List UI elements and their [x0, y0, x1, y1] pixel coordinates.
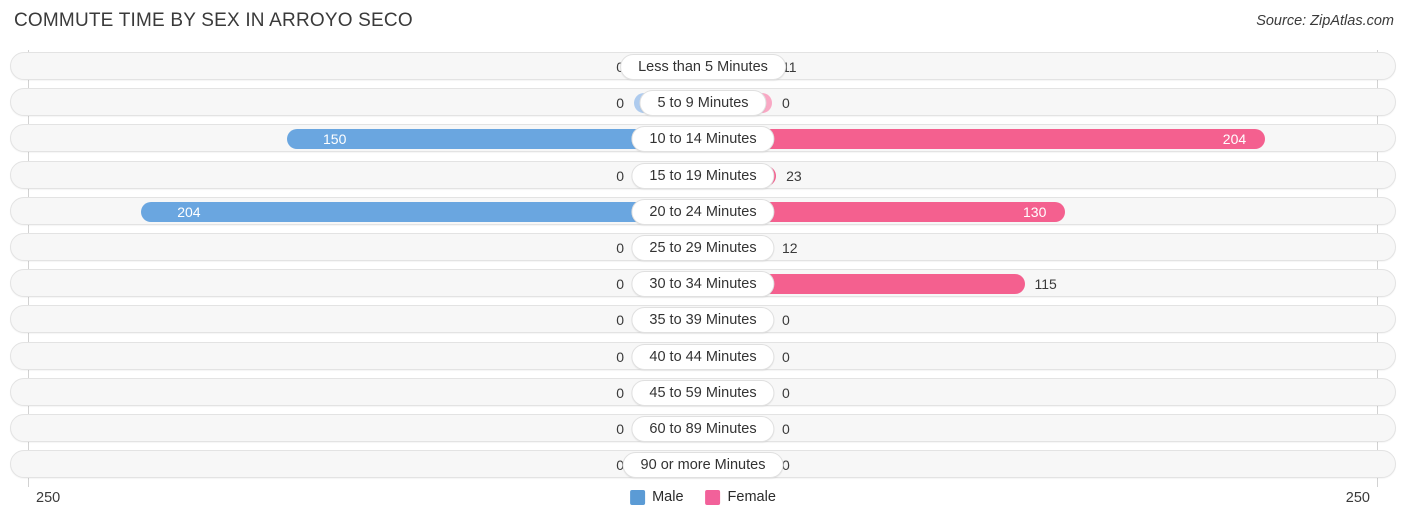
source-attribution: Source: ZipAtlas.com — [1256, 13, 1394, 29]
legend-swatch-icon — [705, 489, 721, 505]
category-label-pill: 25 to 29 Minutes — [631, 235, 775, 261]
bar-value-male: 0 — [616, 95, 624, 112]
bar-row: 150 204 10 to 14 Minutes — [10, 124, 1396, 153]
bar-value-female: 0 — [782, 421, 790, 437]
bar-female[interactable] — [714, 129, 1265, 150]
legend-label: Female — [727, 489, 776, 505]
bar-value-male: 0 — [616, 276, 624, 293]
category-label-pill: 45 to 59 Minutes — [631, 379, 775, 406]
bar-value-female: 0 — [782, 312, 790, 329]
bar-value-female: 115 — [1034, 276, 1057, 293]
category-label-pill: 5 to 9 Minutes — [639, 90, 767, 117]
chart-footer: 250 250 Male Female — [0, 487, 1406, 523]
axis-label-right: 250 — [1345, 490, 1370, 506]
bar-row: 0 0 90 or more Minutes — [10, 450, 1396, 479]
category-label-pill: Less than 5 Minutes — [620, 54, 786, 80]
bar-value-female: 12 — [782, 240, 798, 256]
bar-row: 0 0 60 to 89 Minutes — [10, 414, 1396, 442]
bar-row: 204 130 20 to 24 Minutes — [10, 196, 1396, 225]
bar-row: 0 115 30 to 34 Minutes — [10, 269, 1396, 298]
bar-value-female: 0 — [782, 95, 790, 112]
legend-item-female[interactable]: Female — [705, 489, 776, 505]
bar-value-male: 0 — [616, 384, 624, 401]
chart-legend: Male Female — [630, 489, 776, 505]
diverging-bar-plot-area: 011Less than 5 Minutes 0 0 5 to 9 Minutes 15… — [0, 50, 1406, 487]
legend-swatch-icon — [630, 489, 646, 505]
category-label-pill: 40 to 44 Minutes — [631, 343, 775, 370]
bar-row: 0 0 5 to 9 Minutes — [10, 88, 1396, 117]
category-label-pill: 15 to 19 Minutes — [631, 162, 775, 189]
bar-value-male: 0 — [616, 167, 624, 184]
bar-value-female: 130 — [1023, 203, 1047, 220]
chart-header: COMMUTE TIME BY SEX IN ARROYO SECO Sourc… — [0, 0, 1406, 44]
axis-label-left: 250 — [36, 490, 61, 506]
bar-value-male: 0 — [616, 348, 624, 365]
category-label-pill: 60 to 89 Minutes — [631, 416, 775, 442]
bar-value-male: 0 — [616, 312, 624, 329]
legend-label: Male — [652, 489, 684, 505]
bar-row: 0 23 15 to 19 Minutes — [10, 160, 1396, 189]
bar-row: 0 12 25 to 29 Minutes — [10, 233, 1396, 261]
category-label-pill: 35 to 39 Minutes — [631, 307, 775, 334]
bar-value-female: 23 — [786, 167, 802, 184]
bar-row: 011Less than 5 Minutes — [10, 52, 1396, 80]
legend-item-male[interactable]: Male — [630, 489, 684, 505]
bar-row: 0 0 40 to 44 Minutes — [10, 341, 1396, 370]
bar-value-male: 150 — [323, 131, 347, 148]
category-label-pill: 30 to 34 Minutes — [631, 271, 775, 298]
bar-value-male: 0 — [616, 240, 624, 256]
bar-value-female: 0 — [782, 384, 790, 401]
bar-value-female: 0 — [782, 348, 790, 365]
bar-male[interactable] — [141, 201, 692, 222]
category-label-pill: 10 to 14 Minutes — [631, 126, 775, 153]
bar-row: 0 0 45 to 59 Minutes — [10, 377, 1396, 406]
category-label-pill: 20 to 24 Minutes — [631, 198, 775, 225]
page-title: COMMUTE TIME BY SEX IN ARROYO SECO — [14, 10, 413, 31]
bar-value-male: 204 — [177, 203, 201, 220]
bar-value-male: 0 — [616, 421, 624, 437]
bar-row: 0 0 35 to 39 Minutes — [10, 305, 1396, 334]
bar-value-female: 204 — [1222, 131, 1247, 148]
category-label-pill: 90 or more Minutes — [622, 452, 784, 479]
